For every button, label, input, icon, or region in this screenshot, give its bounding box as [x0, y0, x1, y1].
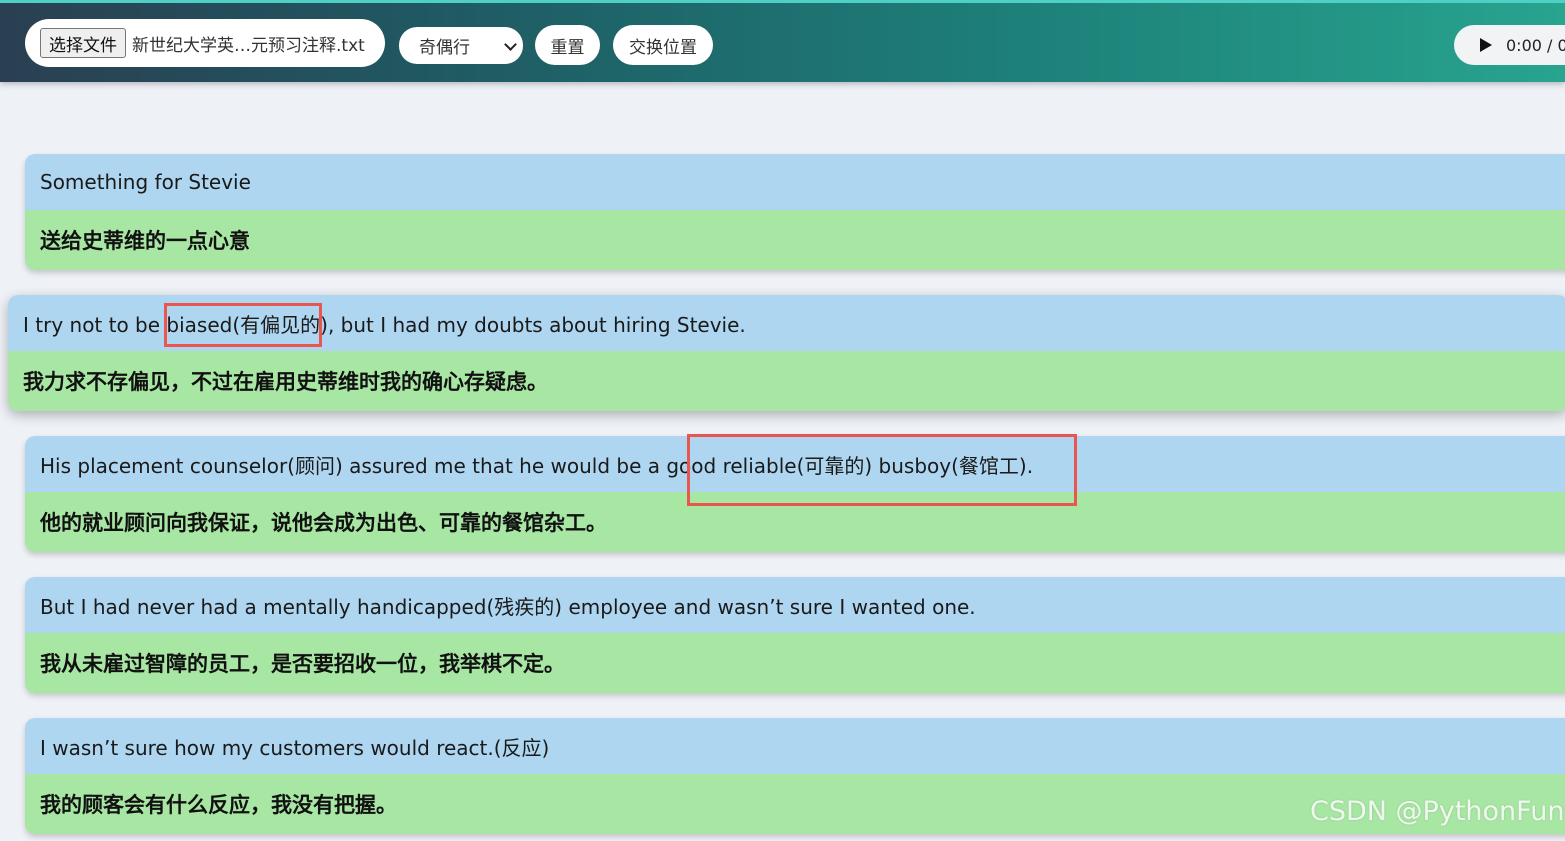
chinese-translation: 我从未雇过智障的员工，是否要招收一位，我举棋不定。: [25, 633, 1565, 693]
chinese-translation: 送给史蒂维的一点心意: [25, 210, 1565, 270]
play-icon[interactable]: [1480, 38, 1492, 52]
reset-button[interactable]: 重置: [535, 25, 600, 65]
sentence-card[interactable]: His placement counselor(顾问) assured me t…: [25, 436, 1565, 552]
english-sentence: But I had never had a mentally handicapp…: [25, 577, 1565, 633]
sentence-card[interactable]: But I had never had a mentally handicapp…: [25, 577, 1565, 693]
english-sentence: Something for Stevie: [25, 154, 1565, 210]
line-mode-value: 奇偶行: [419, 38, 470, 58]
audio-time: 0:00 / 0: [1506, 35, 1565, 55]
top-toolbar: 选择文件 新世纪大学英…元预习注释.txt 奇偶行 重置 交换位置 0:00 /…: [0, 0, 1565, 82]
sentence-card[interactable]: Something for Stevie 送给史蒂维的一点心意: [25, 154, 1565, 270]
audio-player[interactable]: 0:00 / 0: [1454, 25, 1565, 65]
english-sentence: I try not to be biased(有偏见的), but I had …: [8, 295, 1565, 351]
chinese-translation: 他的就业顾问向我保证，说他会成为出色、可靠的餐馆杂工。: [25, 492, 1565, 552]
file-picker[interactable]: 选择文件 新世纪大学英…元预习注释.txt: [25, 19, 385, 67]
chinese-translation: 我力求不存偏见，不过在雇用史蒂维时我的确心存疑虑。: [8, 351, 1565, 411]
sentence-card-active[interactable]: I try not to be biased(有偏见的), but I had …: [8, 295, 1565, 411]
choose-file-button[interactable]: 选择文件: [40, 28, 126, 58]
selected-file-name: 新世纪大学英…元预习注释.txt: [132, 35, 365, 56]
english-sentence: I wasn’t sure how my customers would rea…: [25, 718, 1565, 774]
line-mode-select[interactable]: 奇偶行: [399, 27, 523, 64]
english-sentence: His placement counselor(顾问) assured me t…: [25, 436, 1565, 492]
watermark: CSDN @PythonFun: [1310, 796, 1565, 827]
swap-position-button[interactable]: 交换位置: [613, 25, 713, 65]
chevron-down-icon: [504, 38, 517, 51]
